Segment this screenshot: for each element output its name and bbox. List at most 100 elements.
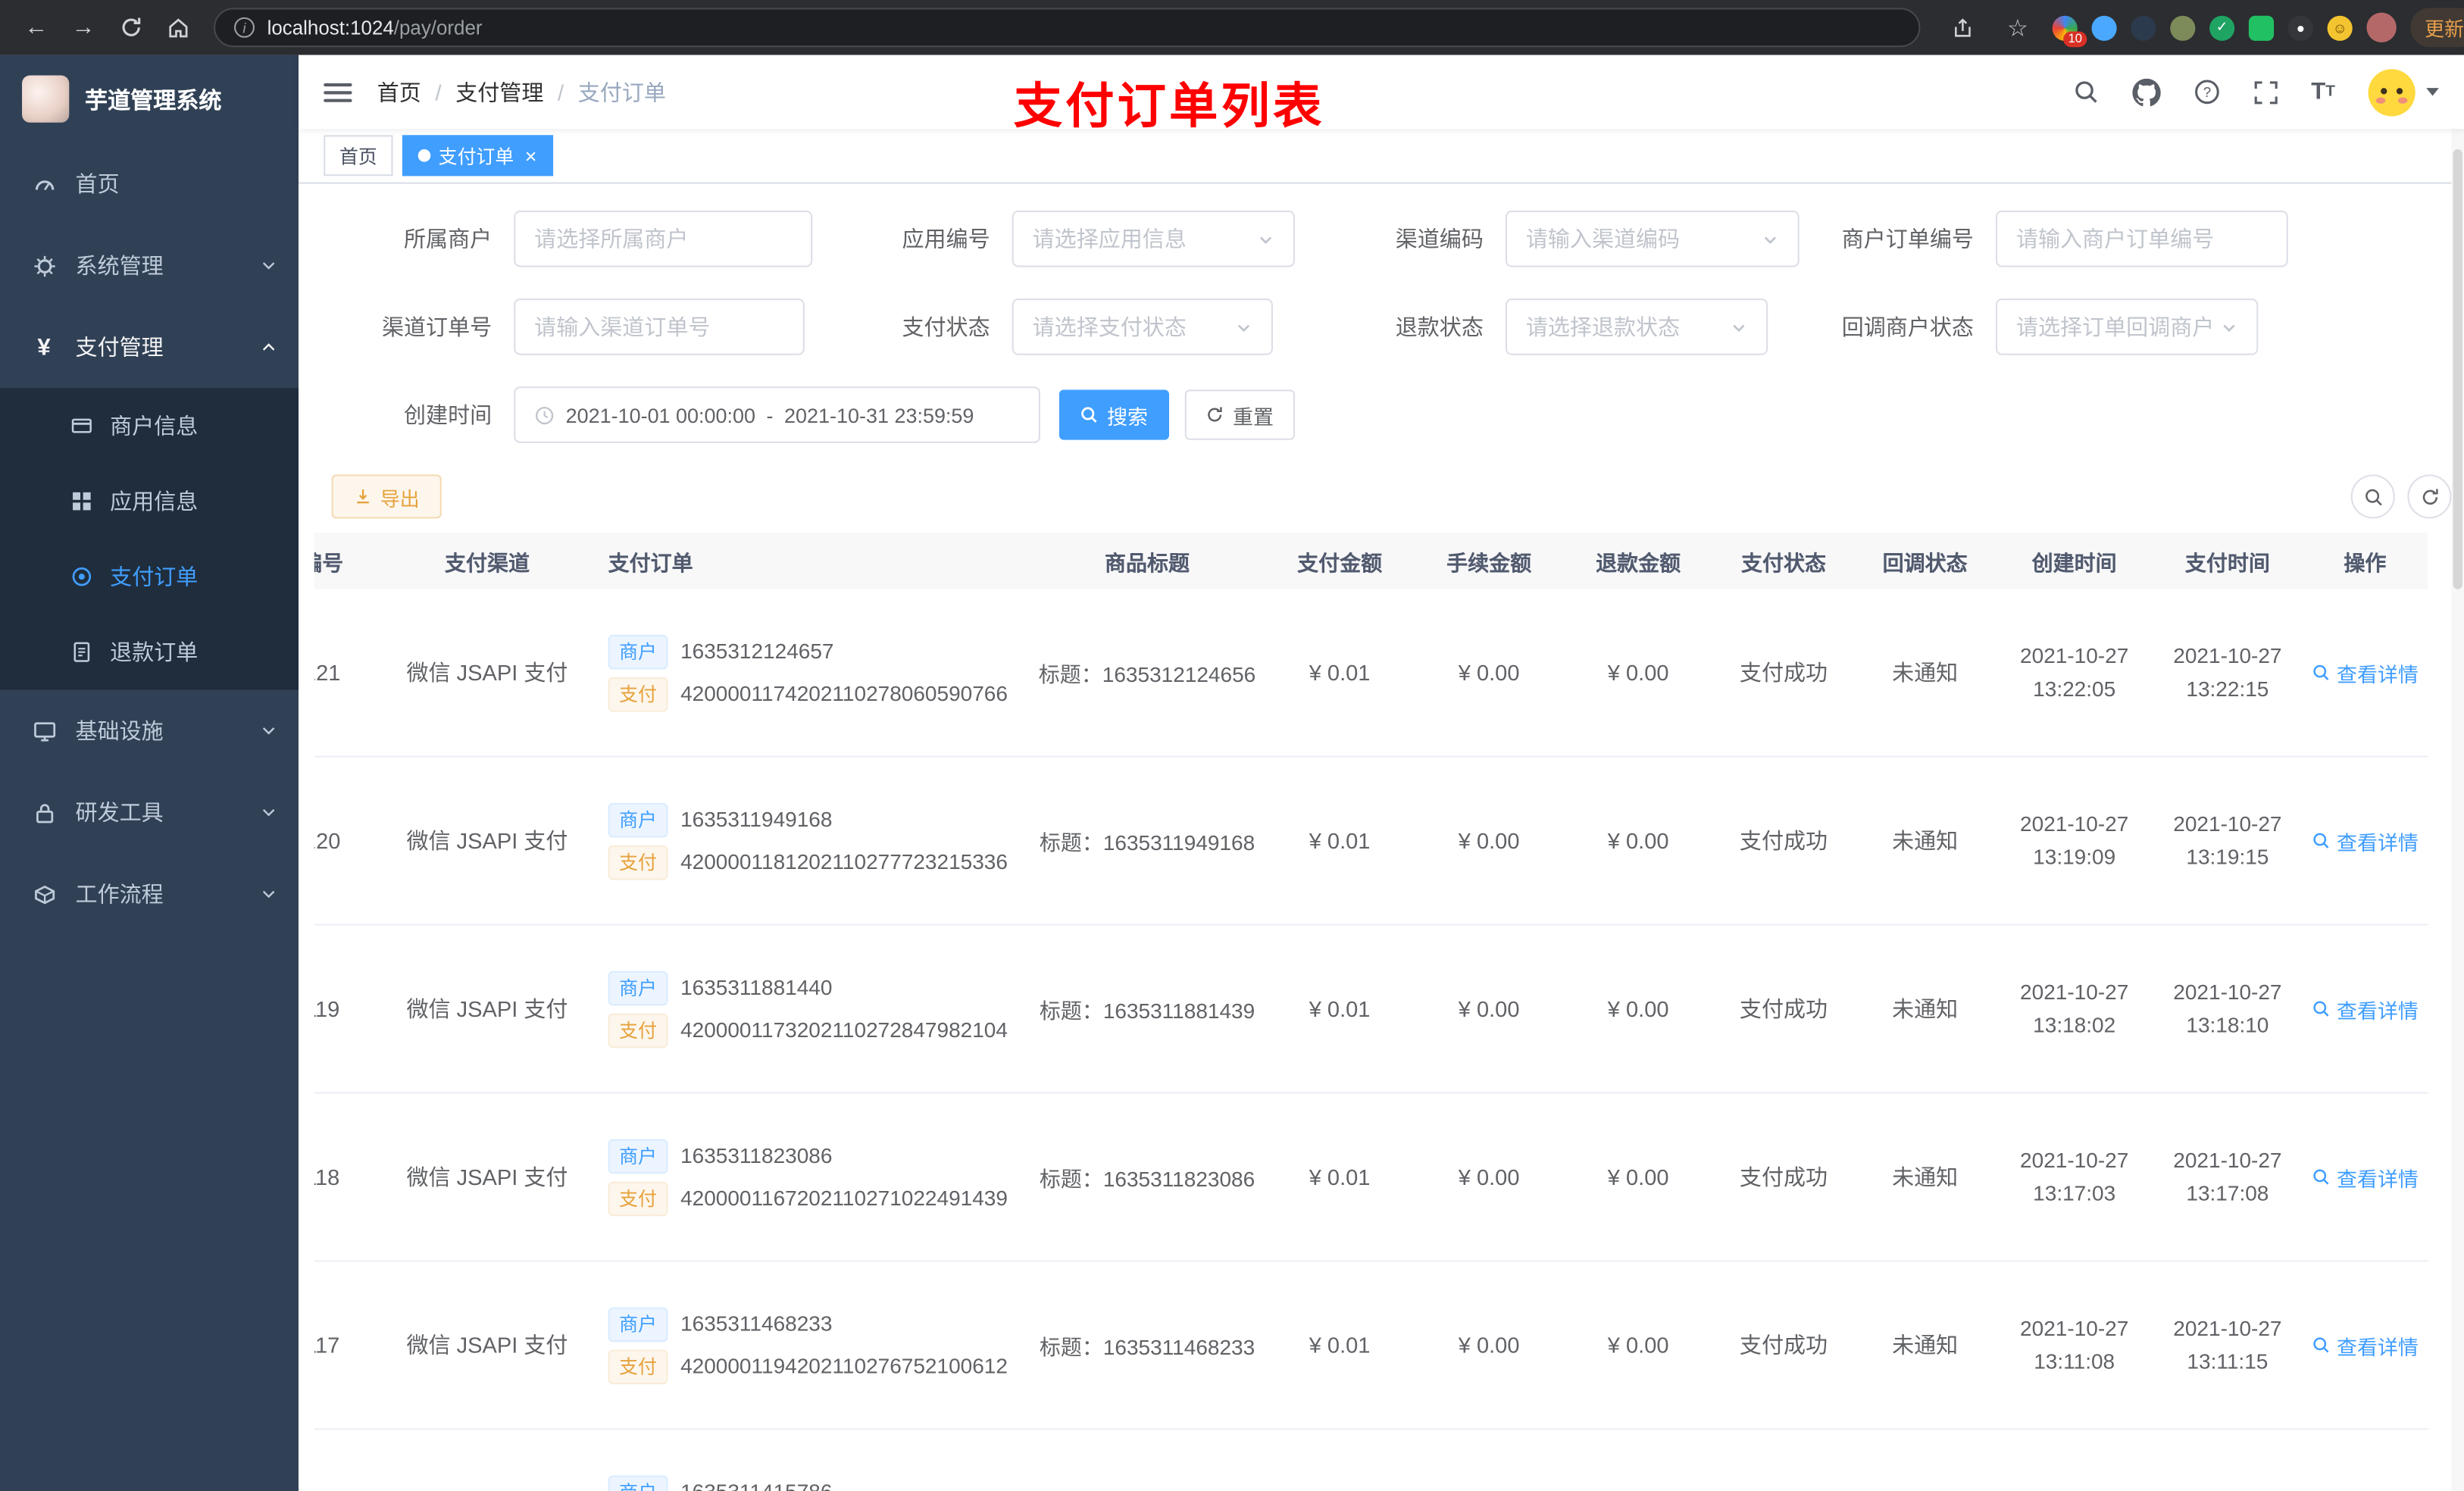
merchant-tag: 商户 xyxy=(608,1474,668,1491)
cell-created-time: 2021-10-27 13:18:02 xyxy=(2020,980,2129,1037)
share-icon[interactable] xyxy=(1942,7,1983,48)
reset-button[interactable]: 重置 xyxy=(1184,389,1295,440)
github-icon[interactable] xyxy=(2131,77,2161,106)
cell-title: 标题：1635311468233 xyxy=(1039,1335,1255,1360)
sidebar-item-home[interactable]: 首页 xyxy=(0,143,299,225)
cell-order: 商户 1635311949168 支付 42000011812021102777… xyxy=(589,794,1030,886)
breadcrumb-home[interactable]: 首页 xyxy=(377,77,421,108)
filter-merchant-order-no: 商户订单编号 xyxy=(1825,210,2288,267)
browser-update-button[interactable]: 更新 xyxy=(2410,8,2464,48)
extension-icon-badged[interactable]: 10 xyxy=(2052,14,2087,47)
user-menu[interactable] xyxy=(2368,68,2439,116)
url-bar[interactable]: i localhost:1024/pay/order xyxy=(214,8,1921,48)
extension-icon-dark[interactable] xyxy=(2131,14,2156,40)
notify-status-select[interactable]: 请选择订单回调商户状态 xyxy=(1995,299,2259,355)
cell-title: 标题：1635311823086 xyxy=(1039,1167,1255,1192)
toggle-search-button[interactable] xyxy=(2350,474,2395,519)
pay-tag: 支付 xyxy=(608,1349,668,1384)
breadcrumb-payment[interactable]: 支付管理 xyxy=(455,77,543,108)
extension-icon-blue[interactable] xyxy=(2091,14,2117,40)
font-size-icon[interactable]: TT xyxy=(2311,79,2335,105)
cell-notify: 未通知 xyxy=(1892,1164,1959,1190)
sidebar-item-app-info[interactable]: 应用信息 xyxy=(0,464,299,539)
app-select[interactable]: 请选择应用信息 xyxy=(1012,210,1295,267)
cell-id: 119 xyxy=(314,996,340,1022)
forward-icon[interactable]: → xyxy=(63,7,104,48)
cell-notify: 未通知 xyxy=(1892,827,1959,854)
date-range-input[interactable]: 2021-10-01 00:00:00 - 2021-10-31 23:59:5… xyxy=(514,386,1040,443)
cell-channel: 微信 JSAPI 支付 xyxy=(406,1332,568,1358)
chevron-down-icon xyxy=(261,886,277,902)
tab-home[interactable]: 首页 xyxy=(324,135,393,177)
search-button[interactable]: 搜索 xyxy=(1058,389,1170,440)
app-title: 芋道管理系统 xyxy=(84,89,222,114)
payment-submenu: 商户信息 应用信息 支付订单 退款订单 xyxy=(0,388,299,690)
pay-status-select[interactable]: 请选择支付状态 xyxy=(1012,299,1273,355)
view-detail-link[interactable]: 查看详情 xyxy=(2312,826,2419,855)
close-icon[interactable]: × xyxy=(525,145,537,166)
back-icon[interactable]: ← xyxy=(16,7,57,48)
cell-id: 118 xyxy=(314,1164,340,1190)
view-detail-link[interactable]: 查看详情 xyxy=(2312,1162,2419,1192)
channel-order-no-input[interactable] xyxy=(534,314,784,339)
fullscreen-icon[interactable] xyxy=(2253,80,2278,105)
site-info-icon[interactable]: i xyxy=(234,17,255,38)
window-scrollbar[interactable] xyxy=(2451,55,2464,1491)
logo-image xyxy=(22,75,70,123)
cell-channel: 微信 JSAPI 支付 xyxy=(406,660,568,686)
tab-pay-order[interactable]: 支付订单 × xyxy=(402,135,553,177)
caret-down-icon xyxy=(2426,88,2439,96)
scrollbar-thumb[interactable] xyxy=(2453,149,2462,589)
table-body: 121 微信 JSAPI 支付 商户 1635312124657 支 xyxy=(314,589,2428,1491)
dashboard-icon xyxy=(31,171,56,196)
cell-actions: 查看详情 xyxy=(2302,1162,2428,1192)
merchant-order-no: 1635311949168 xyxy=(680,808,833,832)
view-detail-link[interactable]: 查看详情 xyxy=(2312,1330,2419,1360)
extension-icon-olive[interactable] xyxy=(2170,14,2196,40)
merchant-tag: 商户 xyxy=(608,970,668,1005)
refresh-button[interactable] xyxy=(2407,474,2452,519)
sidebar-item-system[interactable]: 系统管理 xyxy=(0,225,299,307)
sidebar-item-infra[interactable]: 基础设施 xyxy=(0,689,299,771)
cell-notify: 未通知 xyxy=(1892,996,1959,1022)
reload-icon[interactable] xyxy=(110,7,151,48)
help-icon[interactable]: ? xyxy=(2194,79,2220,105)
sidebar-toggle-icon[interactable] xyxy=(324,82,352,102)
view-detail-link[interactable]: 查看详情 xyxy=(2312,658,2419,687)
search-icon[interactable] xyxy=(2072,79,2099,105)
bookmark-star-icon[interactable]: ☆ xyxy=(1997,7,2038,48)
sidebar-item-refund-order[interactable]: 退款订单 xyxy=(0,614,299,690)
extension-icon-emoji[interactable]: ☺ xyxy=(2327,14,2353,40)
sidebar-item-pay-order[interactable]: 支付订单 xyxy=(0,539,299,614)
cell-refund: ¥ 0.00 xyxy=(1607,660,1669,686)
range-separator: - xyxy=(766,402,774,427)
table-row: 120 微信 JSAPI 支付 商户 1635311949168 支 xyxy=(314,758,2428,926)
sidebar-item-devtools[interactable]: 研发工具 xyxy=(0,771,299,853)
browser-profile-avatar[interactable] xyxy=(2366,12,2397,42)
cell-created-time: 2021-10-27 13:22:05 xyxy=(2020,644,2129,702)
extension-icon-green-check[interactable]: ✓ xyxy=(2209,14,2235,40)
channel-code-select[interactable]: 请输入渠道编码 xyxy=(1505,210,1800,267)
cell-created-time: 2021-10-27 13:17:03 xyxy=(2020,1149,2129,1205)
cell-paid-time: 2021-10-27 13:11:15 xyxy=(2173,1317,2282,1374)
extension-icon-green-chat[interactable] xyxy=(2248,14,2275,40)
chevron-down-icon xyxy=(261,723,277,739)
chevron-down-icon xyxy=(1730,318,1747,336)
filter-app: 应用编号 请选择应用信息 xyxy=(841,210,1295,267)
refund-status-select[interactable]: 请选择退款状态 xyxy=(1505,299,1768,355)
cell-status: 支付成功 xyxy=(1739,827,1828,854)
merchant-order-no-input[interactable] xyxy=(2015,226,2268,252)
home-icon[interactable] xyxy=(157,7,198,48)
sidebar-item-workflow[interactable]: 工作流程 xyxy=(0,853,299,935)
sidebar-item-payment[interactable]: ¥ 支付管理 xyxy=(0,306,299,388)
chevron-down-icon xyxy=(1762,230,1779,248)
merchant-input[interactable] xyxy=(534,226,793,252)
sidebar-item-merchant-info[interactable]: 商户信息 xyxy=(0,388,299,464)
view-detail-link[interactable]: 查看详情 xyxy=(2312,994,2419,1024)
cell-actions: 查看详情 xyxy=(2302,1330,2428,1360)
export-button[interactable]: 导出 xyxy=(331,474,442,519)
filter-channel-code: 渠道编码 请输入渠道编码 xyxy=(1334,210,1800,267)
cell-actions: 查看详情 xyxy=(2302,826,2428,855)
cell-status: 支付成功 xyxy=(1739,660,1828,686)
extension-icon-pin[interactable]: ● xyxy=(2287,14,2313,40)
